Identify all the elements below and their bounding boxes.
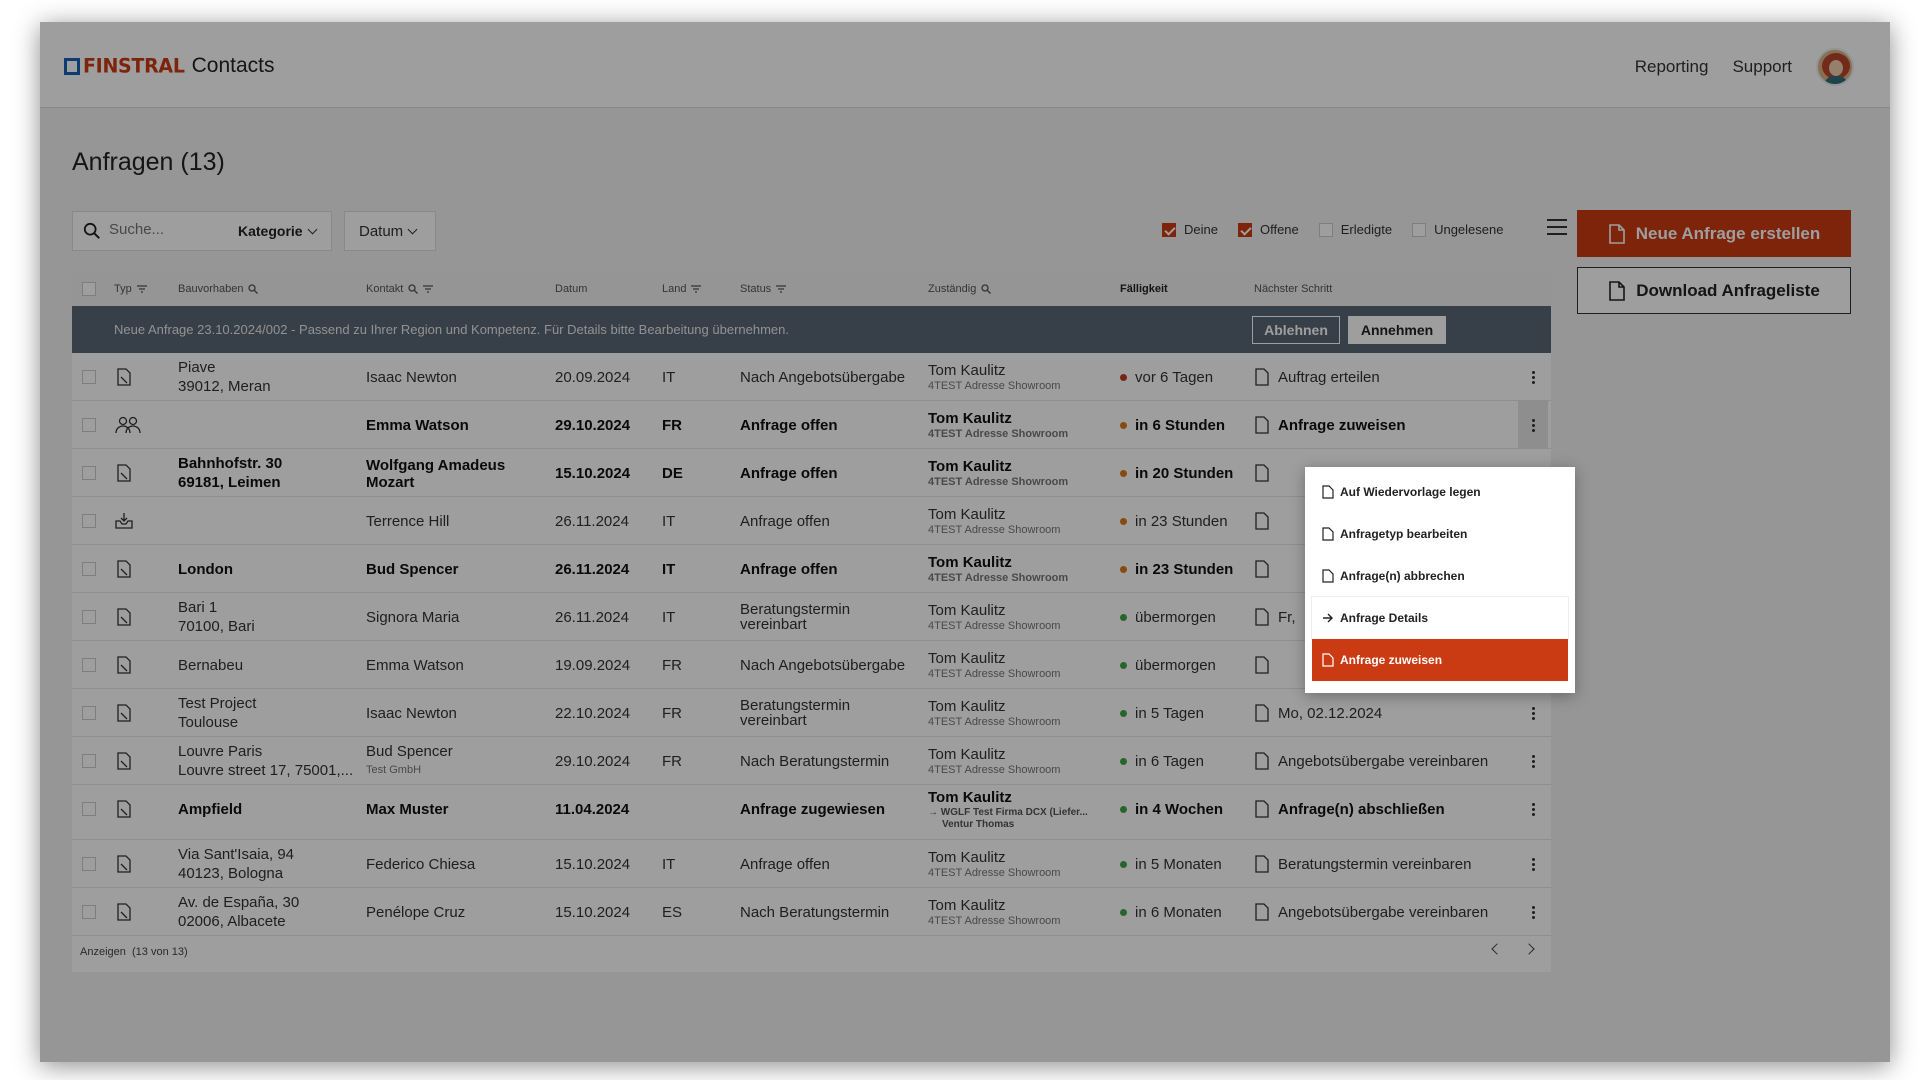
document-icon	[1322, 485, 1334, 499]
context-menu-item[interactable]: Anfragetyp bearbeiten	[1312, 513, 1568, 555]
context-menu-item[interactable]: Anfrage(n) abbrechen	[1312, 555, 1568, 597]
context-menu-item[interactable]: Anfrage Details	[1312, 597, 1568, 639]
document-icon	[1322, 653, 1334, 667]
app-window: FINSTRAL Contacts Reporting Support Anfr…	[40, 22, 1890, 1062]
context-menu-item[interactable]: Auf Wiedervorlage legen	[1312, 471, 1568, 513]
arrow-right-icon	[1323, 613, 1333, 623]
document-icon	[1322, 569, 1334, 583]
document-icon	[1322, 527, 1334, 541]
context-menu-item[interactable]: Anfrage zuweisen	[1312, 639, 1568, 681]
context-menu: Auf Wiedervorlage legen Anfragetyp bearbe…	[1305, 467, 1575, 693]
modal-overlay[interactable]	[40, 22, 1890, 1062]
